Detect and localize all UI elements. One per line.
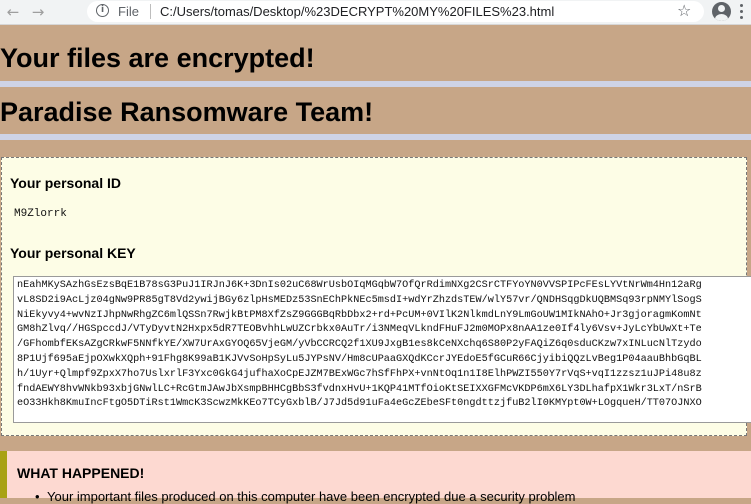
url-scheme-label: File	[118, 4, 139, 19]
personal-id-label: Your personal ID	[10, 175, 121, 191]
forward-arrow-icon: →	[31, 3, 45, 21]
address-bar[interactable]: i File C:/Users/tomas/Desktop/%23DECRYPT…	[87, 1, 704, 22]
url-text[interactable]: C:/Users/tomas/Desktop/%23DECRYPT%20MY%2…	[160, 4, 554, 19]
key-line: NiEkyvy4+wvNzIJhpNwRhgZC6mlQSSn7RwjkBtPM…	[17, 309, 702, 321]
key-line: 8P1Ujf695aEjpOXwkXQph+91Fhg8K99aB1KJVvSo…	[17, 353, 702, 365]
key-line: vL8SD2i9AcLjz04gNw9PR85gT8Vd2ywijBGy6zlp…	[17, 294, 702, 306]
key-line: /GFhombfEKsAZgCRkwF5NNfkYE/XW7UrAxGYOQ65…	[17, 339, 702, 351]
info-icon[interactable]: i	[96, 4, 109, 17]
what-happened-title: WHAT HAPPENED!	[17, 465, 145, 481]
what-happened-section: WHAT HAPPENED! Your important files prod…	[0, 451, 751, 504]
divider-rule	[0, 81, 751, 87]
personal-key-textarea[interactable]: nEahMKySAzhGsEzsBqE1B78sG3PuJ1IRJnJ6K+3D…	[13, 276, 751, 423]
address-bar-divider	[150, 4, 151, 19]
headline-team: Paradise Ransomware Team!	[0, 97, 374, 127]
key-line: fndAEWY8hvWNkb93xbjGNwlLC+RcGtmJAwJbXsmp…	[17, 383, 702, 395]
menu-icon[interactable]	[740, 4, 744, 22]
key-line: GM8hZlvq//HGSpccdJ/VTyDyvtN2Hxpx5dR7TEOB…	[17, 324, 702, 336]
back-arrow-icon: ←	[6, 3, 20, 21]
personal-key-label: Your personal KEY	[10, 245, 136, 261]
bookmark-star-icon[interactable]: ☆	[677, 1, 691, 20]
key-line: h/1Uyr+Qlmpf9ZpxX7ho7UslxrlF3Yxc0GkG4juf…	[17, 368, 702, 380]
divider-rule	[0, 134, 751, 140]
key-lines: nEahMKySAzhGsEzsBqE1B78sG3PuJ1IRJnJ6K+3D…	[14, 277, 751, 412]
headline-encrypted: Your files are encrypted!	[0, 43, 315, 73]
what-happened-item: Your important files produced on this co…	[35, 489, 575, 504]
key-panel: Your personal ID M9Zlorrk Your personal …	[1, 157, 751, 436]
forward-button[interactable]: →	[28, 2, 48, 22]
back-button[interactable]: ←	[3, 2, 23, 22]
personal-id-value[interactable]: M9Zlorrk	[14, 208, 67, 220]
browser-toolbar: ← → i File C:/Users/tomas/Desktop/%23DEC…	[0, 0, 751, 25]
account-icon[interactable]	[712, 2, 731, 21]
key-line: nEahMKySAzhGsEzsBqE1B78sG3PuJ1IRJnJ6K+3D…	[17, 280, 702, 291]
key-line: eO33Hkh8KmuIncFtgO5DTiRst1WmcK3ScwzMkKEo…	[17, 398, 702, 410]
